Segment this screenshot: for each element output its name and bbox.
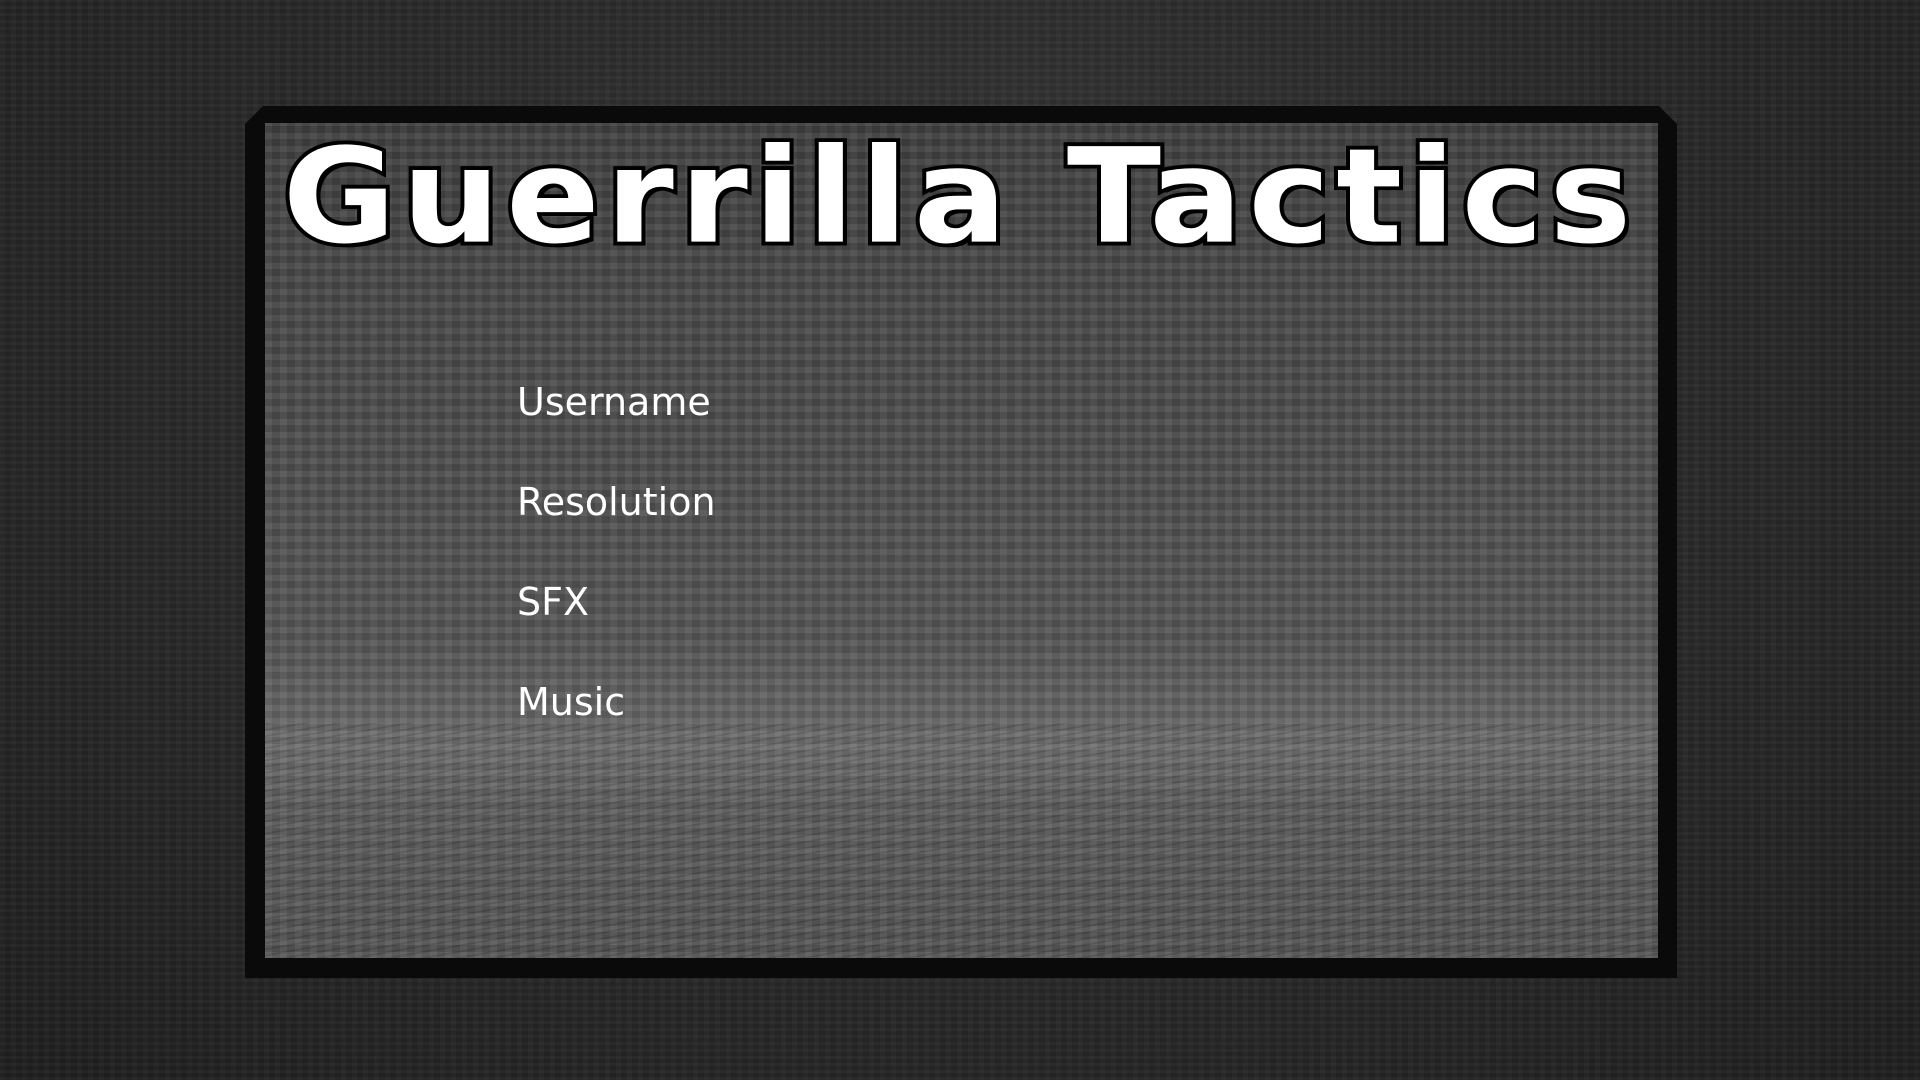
settings-menu: Username Resolution SFX Music (517, 372, 716, 772)
menu-item-resolution[interactable]: Resolution (517, 472, 716, 572)
menu-item-sfx[interactable]: SFX (517, 572, 716, 672)
game-title-logo: Guerrilla Tactics (279, 120, 1638, 273)
panel-ground-texture (265, 723, 1658, 958)
menu-item-username[interactable]: Username (517, 372, 716, 472)
menu-item-music[interactable]: Music (517, 672, 716, 772)
